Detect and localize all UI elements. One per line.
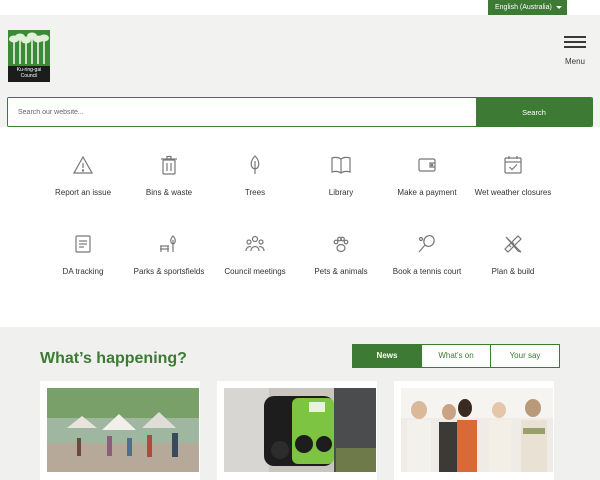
trees-logo-icon (8, 30, 50, 66)
tab-your-say[interactable]: Your say (491, 345, 559, 367)
language-select[interactable]: English (Australia) (488, 0, 567, 15)
hamburger-icon (564, 46, 586, 48)
quick-link-label: Make a payment (397, 188, 457, 197)
book-icon (331, 156, 351, 174)
ev-charger-photo (224, 388, 376, 472)
quick-link-label: Library (328, 188, 354, 197)
quick-link-label: Book a tennis court (392, 267, 462, 276)
quick-link-make-payment[interactable]: Make a payment (384, 155, 470, 199)
quick-link-council-meetings[interactable]: Council meetings (212, 234, 298, 278)
logo-text: Ku-ring-gai Council (8, 67, 50, 79)
calendar-check-icon (504, 156, 522, 174)
tab-whats-on[interactable]: What's on (422, 345, 491, 367)
quick-link-bins-waste[interactable]: Bins & waste (126, 155, 212, 199)
warning-icon (73, 155, 93, 174)
news-card[interactable] (394, 381, 554, 480)
search-input[interactable] (8, 98, 476, 126)
news-card[interactable] (217, 381, 377, 480)
logo-line2: Council (20, 73, 38, 79)
menu-button[interactable]: Menu (560, 35, 590, 66)
quick-link-label: Wet weather closures (474, 188, 552, 197)
hamburger-icon (564, 41, 586, 43)
quick-link-pets-animals[interactable]: Pets & animals (298, 234, 384, 278)
quick-link-label: Bins & waste (145, 188, 193, 197)
top-strip: English (Australia) (0, 0, 600, 15)
quick-link-label: Council meetings (224, 267, 286, 276)
site-header: Ku-ring-gai Council Menu Search (0, 15, 600, 127)
quick-link-label: Pets & animals (314, 267, 368, 276)
market-photo (47, 388, 199, 472)
document-list-icon (75, 235, 91, 253)
menu-label: Menu (564, 57, 585, 66)
quick-link-label: Report an issue (54, 188, 112, 197)
park-bench-icon (160, 235, 176, 252)
search-button[interactable]: Search (476, 98, 592, 126)
quick-link-da-tracking[interactable]: DA tracking (40, 234, 126, 278)
bin-icon (161, 155, 177, 175)
quick-link-library[interactable]: Library (298, 155, 384, 199)
tennis-racket-icon (418, 235, 435, 253)
quick-link-wet-weather[interactable]: Wet weather closures (470, 155, 556, 199)
women-group-photo (401, 388, 553, 472)
people-group-icon (245, 235, 265, 252)
hamburger-icon (564, 36, 586, 38)
quick-link-label: Trees (244, 188, 266, 197)
quick-link-label: Parks & sportsfields (133, 267, 205, 276)
quick-link-label: DA tracking (62, 267, 104, 276)
paw-icon (333, 236, 349, 253)
chevron-down-icon (556, 6, 562, 9)
quick-link-plan-build[interactable]: Plan & build (470, 234, 556, 278)
quick-link-parks[interactable]: Parks & sportsfields (126, 234, 212, 278)
quick-link-label: Plan & build (491, 267, 535, 276)
wallet-icon (418, 158, 436, 172)
news-card[interactable] (40, 381, 200, 480)
ruler-pencil-icon (504, 235, 522, 253)
quick-link-report-issue[interactable]: Report an issue (40, 155, 126, 199)
tab-news[interactable]: News (353, 345, 422, 367)
council-logo[interactable]: Ku-ring-gai Council (8, 30, 50, 82)
quick-link-trees[interactable]: Trees (212, 155, 298, 199)
quick-link-tennis-court[interactable]: Book a tennis court (384, 234, 470, 278)
whats-happening-section: What’s happening? News What's on Your sa… (0, 327, 600, 480)
happening-tabs: News What's on Your say (352, 344, 560, 368)
language-select-value: English (Australia) (495, 4, 552, 11)
section-title: What’s happening? (40, 350, 187, 367)
tree-icon (250, 155, 260, 174)
search-bar: Search (7, 97, 593, 127)
